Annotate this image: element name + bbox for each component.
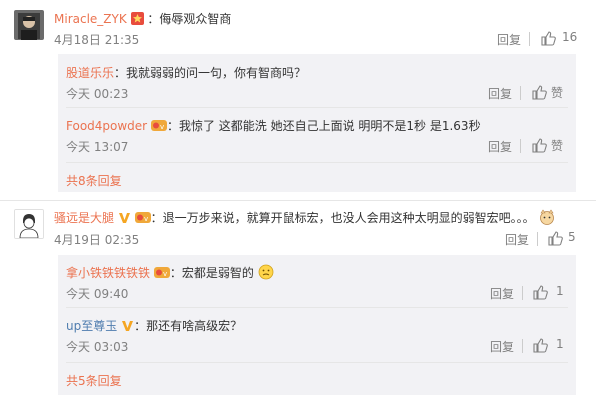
action-divider <box>520 139 521 153</box>
like-button[interactable]: 赞 <box>531 84 571 100</box>
reply-button[interactable]: 回复 <box>497 31 521 48</box>
like-count: 16 <box>562 30 578 44</box>
comment-text: ：侮辱观众智商 <box>147 12 232 26</box>
comment-username[interactable]: 骚远是大腿 <box>54 211 114 225</box>
thumb-up-icon <box>533 338 548 353</box>
comment-time: 4月18日 21:35 <box>54 33 140 47</box>
reply-time: 今天 03:03 <box>66 340 129 354</box>
reply-button[interactable]: 回复 <box>490 338 514 355</box>
action-divider <box>537 232 538 246</box>
reply-time: 今天 00:23 <box>66 87 129 101</box>
action-divider <box>522 339 523 353</box>
svg-text:v: v <box>144 215 148 223</box>
reply-divider <box>66 307 568 308</box>
like-count: 5 <box>568 230 576 244</box>
vip-badge-icon: v <box>150 119 167 135</box>
reply-button[interactable]: 回复 <box>505 231 529 248</box>
reply-text: ：那还有啥高级宏？ <box>134 319 243 333</box>
comment-username[interactable]: Miracle_ZYK <box>54 12 127 26</box>
svg-text:v: v <box>160 123 164 131</box>
vip-badge-icon: v <box>134 211 151 227</box>
thumb-up-icon <box>532 85 547 100</box>
like-label: 赞 <box>551 86 564 100</box>
reply-button[interactable]: 回复 <box>488 138 512 155</box>
comment-time: 4月19日 02:35 <box>54 233 140 247</box>
comment-text: ：退一万步来说，就算开鼠标宏，也没人会用这种太明显的弱智宏吧。。。 <box>150 211 535 225</box>
reply-username[interactable]: Food4powder <box>66 119 147 133</box>
like-button[interactable]: 1 <box>532 337 568 353</box>
reply-text: ：我就弱弱的问一句，你有智商吗？ <box>114 66 307 80</box>
reply-time: 今天 13:07 <box>66 140 129 154</box>
like-count: 1 <box>556 337 564 351</box>
user-avatar[interactable] <box>14 10 44 40</box>
reply-text: ：宏都是弱智的 <box>169 266 254 280</box>
svg-text:v: v <box>163 270 167 278</box>
like-button[interactable]: 赞 <box>531 137 571 153</box>
like-button[interactable]: 5 <box>547 230 577 246</box>
reply-username[interactable]: 股道乐乐 <box>66 66 114 80</box>
reply-divider <box>66 107 568 108</box>
emoji-icon <box>258 264 274 283</box>
thumb-up-icon <box>548 231 563 246</box>
reply-username[interactable]: up至尊玉 <box>66 319 117 333</box>
comment-divider <box>0 200 596 201</box>
vip-badge-icon: v <box>153 266 170 282</box>
emoji-icon <box>539 209 555 228</box>
like-button[interactable]: 1 <box>532 284 568 300</box>
more-replies-link[interactable]: 共5条回复 <box>66 372 122 389</box>
star-badge-icon <box>130 11 144 28</box>
like-button[interactable]: 16 <box>540 30 580 46</box>
action-divider <box>520 86 521 100</box>
like-label: 赞 <box>551 139 564 153</box>
reply-username[interactable]: 拿小铁铁铁铁铁 <box>66 266 150 280</box>
verified-v-icon <box>121 319 134 335</box>
reply-button[interactable]: 回复 <box>488 85 512 102</box>
action-divider <box>529 32 530 46</box>
thumb-up-icon <box>533 285 548 300</box>
reply-time: 今天 09:40 <box>66 287 129 301</box>
like-count: 1 <box>556 284 564 298</box>
more-replies-link[interactable]: 共8条回复 <box>66 172 122 189</box>
reply-divider <box>66 362 568 363</box>
thumb-up-icon <box>541 31 556 46</box>
reply-button[interactable]: 回复 <box>490 285 514 302</box>
verified-v-icon <box>118 211 131 227</box>
user-avatar[interactable] <box>14 209 44 239</box>
thumb-up-icon <box>532 138 547 153</box>
action-divider <box>522 286 523 300</box>
reply-text: ：我惊了 这都能洗 她还自己上面说 明明不是1秒 是1.63秒 <box>166 119 481 133</box>
reply-divider <box>66 162 568 163</box>
